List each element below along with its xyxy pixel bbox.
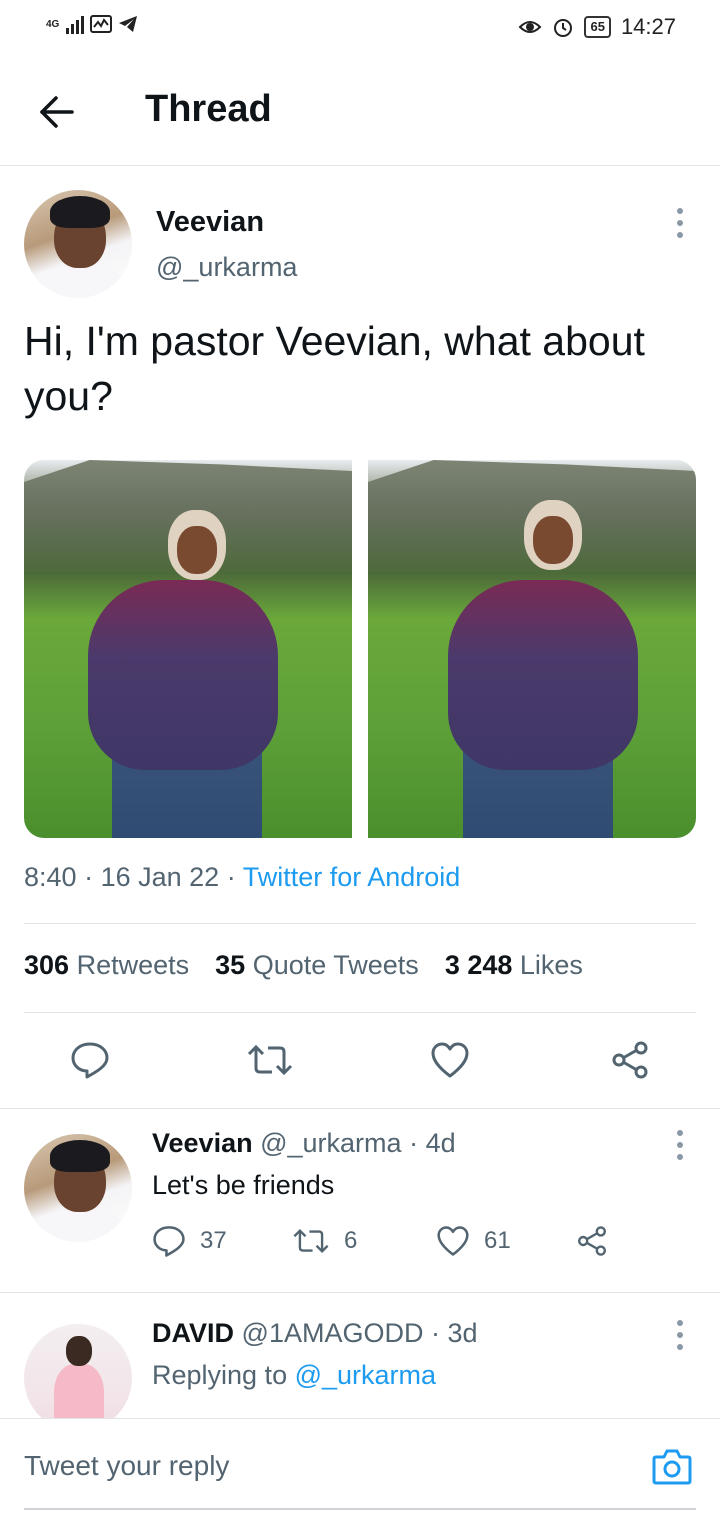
share-icon <box>612 1041 648 1079</box>
reply-input[interactable] <box>24 1443 624 1489</box>
tweet-time: 8:40 <box>24 862 77 892</box>
reply-like-count: 61 <box>484 1227 511 1254</box>
reply-retweet-button[interactable]: 6 <box>292 1225 436 1257</box>
author-handle[interactable]: @_urkarma <box>156 252 297 283</box>
divider <box>0 1292 720 1293</box>
tweet-stats: 306 Retweets 35 Quote Tweets 3 248 Likes <box>24 950 583 981</box>
reply-retweet-count: 6 <box>344 1227 358 1254</box>
reply-count: 37 <box>200 1227 227 1254</box>
battery-indicator: 65 <box>584 16 611 38</box>
tweet-media <box>24 460 696 838</box>
reply-button[interactable] <box>60 1030 120 1090</box>
camera-icon <box>652 1449 692 1485</box>
tweet-actions <box>0 1030 720 1090</box>
tweet-source-link[interactable]: Twitter for Android <box>243 862 461 892</box>
comment-icon <box>71 1042 109 1079</box>
reply-share-button[interactable] <box>576 1225 608 1257</box>
status-bar-left: 4G <box>46 14 138 34</box>
retweet-icon <box>293 1229 329 1253</box>
status-time: 14:27 <box>620 14 676 39</box>
composer-underline <box>24 1508 696 1510</box>
reply-header: DAVID @1AMAGODD · 3d <box>152 1318 478 1348</box>
likes-label: Likes <box>519 950 583 980</box>
share-icon <box>578 1226 606 1256</box>
replying-to-link[interactable]: @_urkarma <box>295 1360 436 1390</box>
alarm-icon <box>554 19 573 37</box>
retweets-label: Retweets <box>76 950 190 980</box>
arrow-left-icon <box>40 96 74 128</box>
tweet-date: 16 Jan 22 <box>100 862 220 892</box>
reply-text: Let's be friends <box>152 1170 335 1200</box>
share-button[interactable] <box>600 1030 660 1090</box>
reply-author-handle[interactable]: @_urkarma <box>260 1128 401 1158</box>
signal-icon <box>66 14 84 34</box>
reply-like-button[interactable]: 61 <box>436 1225 576 1257</box>
more-vertical-icon <box>677 1320 683 1326</box>
retweets-stat[interactable]: 306 Retweets <box>24 950 189 981</box>
retweets-count: 306 <box>24 950 70 980</box>
heart-icon <box>437 1226 469 1256</box>
reply-avatar[interactable] <box>24 1324 132 1432</box>
tweet-photo-1[interactable] <box>24 460 352 838</box>
status-bar: 4G 65 14:27 <box>0 0 720 56</box>
author-avatar[interactable] <box>24 190 132 298</box>
reply-composer <box>0 1418 720 1510</box>
reply-age: 4d <box>425 1128 456 1158</box>
tweet-meta: 8:40 · 16 Jan 22 · Twitter for Android <box>24 862 461 892</box>
reply-age: 3d <box>447 1318 478 1348</box>
thread-header: Thread <box>0 56 720 166</box>
quote-tweets-stat[interactable]: 35 Quote Tweets <box>215 950 419 981</box>
author-name[interactable]: Veevian <box>156 206 264 239</box>
reply-author-name[interactable]: Veevian <box>152 1128 253 1158</box>
eye-icon <box>519 21 542 33</box>
replying-to: Replying to @_urkarma <box>152 1360 436 1391</box>
divider <box>24 923 696 924</box>
retweet-button[interactable] <box>240 1030 300 1090</box>
quote-count: 35 <box>215 950 246 980</box>
reply-header: Veevian @_urkarma · 4d <box>152 1128 456 1158</box>
reply-author-handle[interactable]: @1AMAGODD <box>242 1318 424 1348</box>
more-vertical-icon <box>677 1130 683 1136</box>
quote-label: Quote Tweets <box>252 950 419 980</box>
tweet-photo-2[interactable] <box>368 460 696 838</box>
reply-author-name[interactable]: DAVID <box>152 1318 234 1348</box>
tweet-text: Hi, I'm pastor Veevian, what about you? <box>24 318 645 419</box>
reply-more-button[interactable] <box>676 1130 684 1160</box>
retweet-icon <box>247 1044 293 1076</box>
replying-label: Replying to <box>152 1360 288 1390</box>
telegram-icon <box>119 16 137 32</box>
comment-icon <box>153 1226 185 1257</box>
like-button[interactable] <box>420 1030 480 1090</box>
divider <box>0 1108 720 1109</box>
heart-icon <box>431 1042 469 1078</box>
page-title: Thread <box>145 88 272 130</box>
reply-actions: 37 6 61 <box>152 1224 632 1258</box>
back-button[interactable] <box>34 90 78 134</box>
camera-button[interactable] <box>652 1447 692 1485</box>
likes-stat[interactable]: 3 248 Likes <box>445 950 583 981</box>
more-vertical-icon <box>677 208 683 214</box>
divider <box>24 1012 696 1013</box>
reply-avatar[interactable] <box>24 1134 132 1242</box>
reply-reply-button[interactable]: 37 <box>152 1224 292 1258</box>
likes-count: 3 248 <box>444 950 513 980</box>
activity-icon <box>90 15 112 33</box>
tweet-more-button[interactable] <box>676 208 684 238</box>
reply-more-button[interactable] <box>676 1320 684 1350</box>
network-type: 4G <box>46 18 60 30</box>
status-bar-right: 65 14:27 <box>518 14 676 40</box>
